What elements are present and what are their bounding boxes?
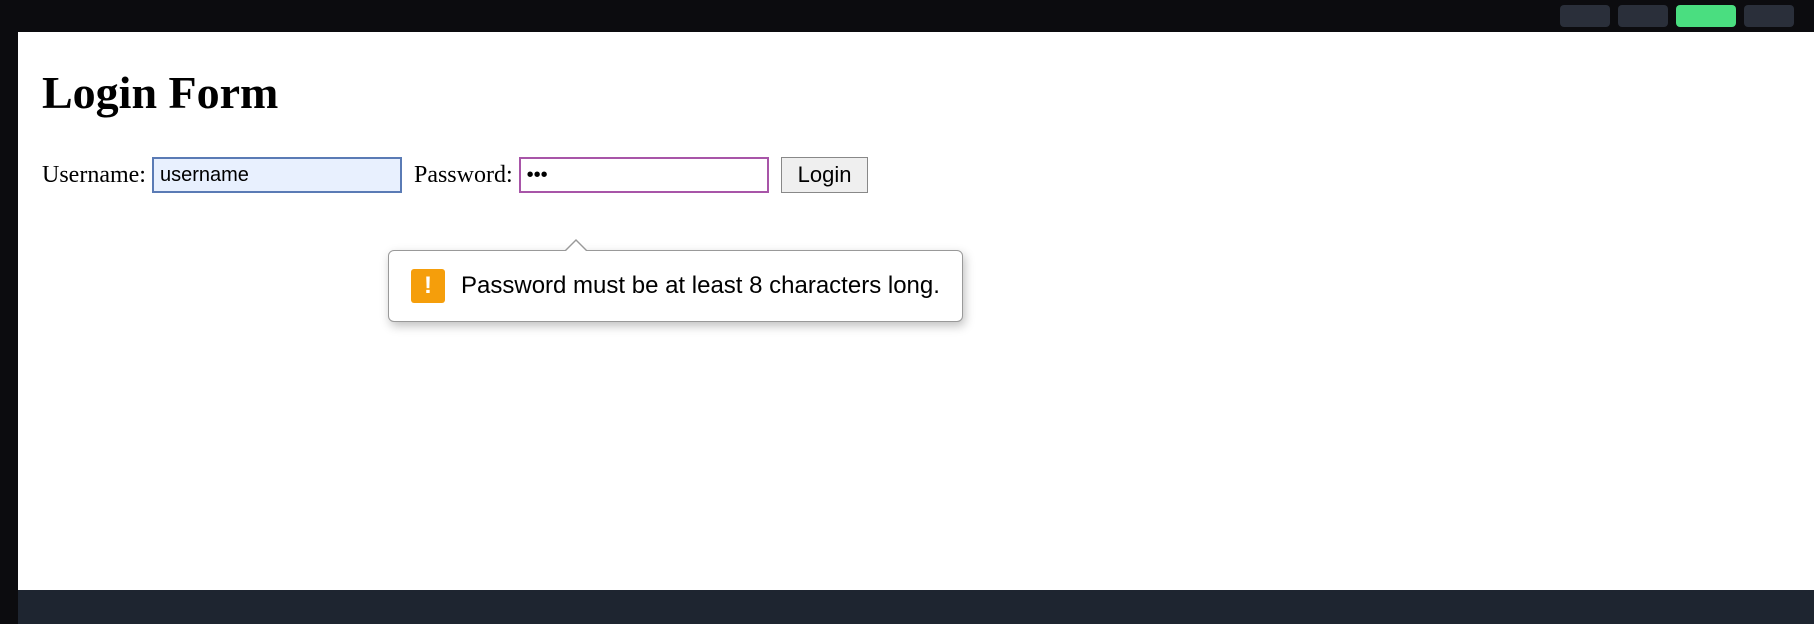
username-input[interactable]: [152, 157, 402, 193]
warning-icon-glyph: !: [424, 272, 432, 300]
top-bar-button-green[interactable]: [1676, 5, 1736, 27]
top-bar-button[interactable]: [1744, 5, 1794, 27]
browser-top-bar: [0, 0, 1814, 32]
top-bar-button[interactable]: [1618, 5, 1668, 27]
validation-tooltip: ! Password must be at least 8 characters…: [388, 250, 963, 322]
browser-bottom-strip: [18, 590, 1814, 624]
validation-message: Password must be at least 8 characters l…: [461, 272, 940, 300]
warning-icon: !: [411, 269, 445, 303]
top-bar-button[interactable]: [1560, 5, 1610, 27]
password-label: Password:: [414, 162, 513, 189]
username-label: Username:: [42, 162, 146, 189]
login-button[interactable]: Login: [781, 157, 869, 193]
page-title: Login Form: [42, 66, 1790, 119]
password-input[interactable]: [519, 157, 769, 193]
login-form: Username: Password: Login: [42, 157, 1790, 193]
page-content: Login Form Username: Password: Login ! P…: [18, 32, 1814, 590]
